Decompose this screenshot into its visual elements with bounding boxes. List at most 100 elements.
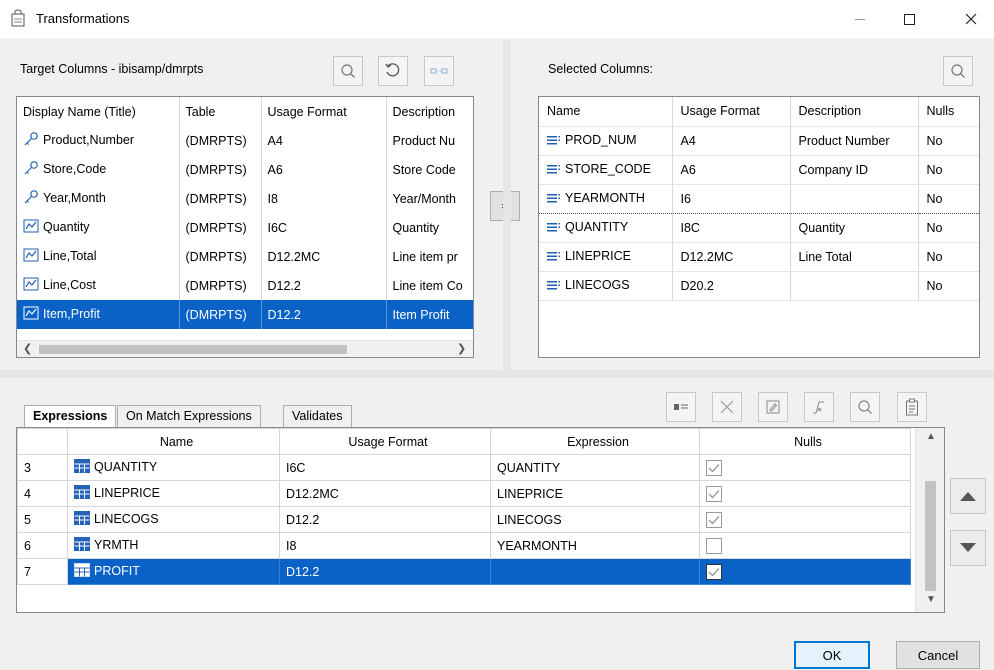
table-row[interactable]: LINECOGS D20.2 No xyxy=(539,271,979,301)
scroll-down-icon[interactable]: ▼ xyxy=(926,594,936,605)
column-header-expression[interactable]: Expression xyxy=(490,428,700,455)
ok-button[interactable]: OK xyxy=(794,641,870,669)
nulls-checkbox[interactable] xyxy=(706,459,722,476)
scroll-left-icon[interactable]: ❮ xyxy=(23,342,32,355)
expressions-grid[interactable]: Name Usage Format Expression Nulls 3 QUAN… xyxy=(16,427,945,613)
nulls-checkbox[interactable] xyxy=(706,537,722,554)
map-icon xyxy=(430,68,448,74)
column-header-description[interactable]: Description xyxy=(790,97,919,127)
selected-search-button[interactable] xyxy=(943,56,973,86)
delete-expression-button[interactable] xyxy=(712,392,742,422)
table-row[interactable]: 5 LINECOGS D12.2 LINECOGS xyxy=(17,506,911,533)
row-number[interactable]: 7 xyxy=(17,558,68,585)
table-row[interactable]: 4 LINEPRICE D12.2MC LINEPRICE xyxy=(17,480,911,507)
horizontal-splitter[interactable] xyxy=(0,370,994,378)
key-icon xyxy=(23,160,39,179)
cell-table: (DMRPTS) xyxy=(179,155,262,184)
tab-on-match-expressions[interactable]: On Match Expressions xyxy=(117,405,261,427)
cell-description: Company ID xyxy=(790,155,919,185)
table-row[interactable]: Item,Profit (DMRPTS) D12.2 Item Profit xyxy=(17,300,473,329)
key-icon xyxy=(23,131,39,150)
cell-expression[interactable] xyxy=(490,558,700,585)
table-row[interactable]: PROD_NUM A4 Product Number No xyxy=(539,126,979,156)
table-row[interactable]: 3 QUANTITY I6C QUANTITY xyxy=(17,454,911,481)
edit-expression-button[interactable] xyxy=(758,392,788,422)
nulls-checkbox[interactable] xyxy=(706,511,722,528)
cell-expression[interactable]: YEARMONTH xyxy=(490,532,700,559)
row-number[interactable]: 3 xyxy=(17,454,68,481)
maximize-button[interactable] xyxy=(886,0,932,38)
table-row[interactable]: STORE_CODE A6 Company ID No xyxy=(539,155,979,185)
table-row[interactable]: Product,Number (DMRPTS) A4 Product Nu xyxy=(17,126,473,155)
table-row[interactable]: YEARMONTH I6 No xyxy=(539,183,979,214)
table-row[interactable]: Quantity (DMRPTS) I6C Quantity xyxy=(17,213,473,242)
cell-name: PROD_NUM xyxy=(565,133,637,148)
clipboard-button[interactable] xyxy=(897,392,927,422)
refresh-button[interactable] xyxy=(378,56,408,86)
cell-nulls: No xyxy=(918,271,979,301)
row-number[interactable]: 5 xyxy=(17,506,68,533)
cell-usage-format[interactable]: I6C xyxy=(279,454,491,481)
cell-expression[interactable]: LINEPRICE xyxy=(490,480,700,507)
vertical-splitter[interactable] xyxy=(503,40,511,370)
close-icon xyxy=(965,13,977,25)
table-row[interactable]: QUANTITY I8C Quantity No xyxy=(539,213,979,243)
cell-usage-format[interactable]: D12.2 xyxy=(279,558,491,585)
row-number[interactable]: 4 xyxy=(17,480,68,507)
cell-description xyxy=(790,183,919,214)
table-row[interactable]: 6 YRMTH I8 YEARMONTH xyxy=(17,532,911,559)
cancel-button[interactable]: Cancel xyxy=(896,641,980,669)
list-icon xyxy=(547,134,561,148)
column-header-description[interactable]: Description xyxy=(386,97,473,126)
cell-usage-format[interactable]: D12.2 xyxy=(279,506,491,533)
column-header-table[interactable]: Table xyxy=(179,97,262,126)
cell-name: LINECOGS xyxy=(565,278,630,293)
row-number[interactable]: 6 xyxy=(17,532,68,559)
cell-table: (DMRPTS) xyxy=(179,126,262,155)
tab-validates[interactable]: Validates xyxy=(283,405,352,427)
cell-name: STORE_CODE xyxy=(565,162,651,177)
selected-columns-grid[interactable]: Name Usage Format Description Nulls PROD… xyxy=(538,96,980,358)
column-header-name[interactable]: Name xyxy=(67,428,280,455)
target-search-button[interactable] xyxy=(333,56,363,86)
table-row[interactable]: Year,Month (DMRPTS) I8 Year/Month xyxy=(17,184,473,213)
cell-description: Line item Co xyxy=(392,278,463,293)
move-up-button[interactable] xyxy=(950,478,986,514)
close-button[interactable] xyxy=(948,0,994,38)
move-down-button[interactable] xyxy=(950,530,986,566)
scroll-thumb[interactable] xyxy=(39,345,347,354)
map-columns-button[interactable] xyxy=(424,56,454,86)
table-row[interactable]: Store,Code (DMRPTS) A6 Store Code xyxy=(17,155,473,184)
expression-properties-button[interactable] xyxy=(666,392,696,422)
cell-usage-format[interactable]: D12.2MC xyxy=(279,480,491,507)
column-header-nulls[interactable]: Nulls xyxy=(699,428,911,455)
column-header-usage-format[interactable]: Usage Format xyxy=(261,97,387,126)
window-title: Transformations xyxy=(36,11,130,26)
cell-expression[interactable]: QUANTITY xyxy=(490,454,700,481)
expression-search-button[interactable] xyxy=(850,392,880,422)
scroll-right-icon[interactable]: ❯ xyxy=(457,342,466,355)
expressions-vscrollbar[interactable]: ▲ ▼ xyxy=(915,428,944,612)
nulls-checkbox[interactable] xyxy=(706,563,722,580)
column-header-usage-format[interactable]: Usage Format xyxy=(279,428,491,455)
table-row[interactable]: LINEPRICE D12.2MC Line Total No xyxy=(539,242,979,272)
target-columns-grid[interactable]: Display Name (Title) Table Usage Format … xyxy=(16,96,474,358)
column-header-name[interactable]: Name xyxy=(539,97,673,127)
column-header-usage-format[interactable]: Usage Format xyxy=(672,97,791,127)
cell-usage-format[interactable]: I8 xyxy=(279,532,491,559)
tab-expressions[interactable]: Expressions xyxy=(24,405,117,427)
minimize-button[interactable] xyxy=(837,0,883,38)
cell-name: LINECOGS xyxy=(94,511,159,526)
column-header-display-name[interactable]: Display Name (Title) xyxy=(17,97,180,126)
cell-expression[interactable]: LINECOGS xyxy=(490,506,700,533)
target-hscrollbar[interactable]: ❮ ❯ xyxy=(17,340,473,357)
column-header-nulls[interactable]: Nulls xyxy=(918,97,979,127)
scroll-thumb[interactable] xyxy=(925,481,936,591)
scroll-up-icon[interactable]: ▲ xyxy=(926,431,936,442)
nulls-checkbox[interactable] xyxy=(706,485,722,502)
table-row[interactable]: 7 PROFIT D12.2 xyxy=(17,558,911,585)
cell-usage-format: A6 xyxy=(672,155,791,185)
function-button[interactable] xyxy=(804,392,834,422)
table-row[interactable]: Line,Total (DMRPTS) D12.2MC Line item pr xyxy=(17,242,473,271)
table-row[interactable]: Line,Cost (DMRPTS) D12.2 Line item Co xyxy=(17,271,473,300)
